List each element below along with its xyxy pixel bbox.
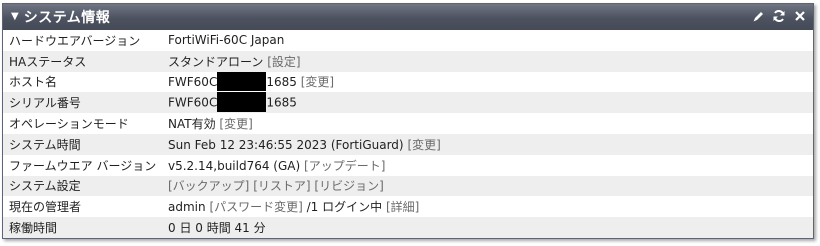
row-label: ホスト名	[3, 71, 161, 93]
widget-title: システム情報	[23, 10, 111, 26]
collapse-arrow-icon[interactable]: ▼	[11, 12, 19, 22]
row-value: Sun Feb 12 23:46:55 2023 (FortiGuard) [変…	[161, 133, 813, 155]
restore-link[interactable]: [リストア]	[253, 179, 310, 193]
row-label: システム設定	[3, 175, 161, 197]
redaction-block	[217, 92, 267, 112]
admin-name-value: admin	[168, 200, 206, 215]
row-system-time: システム時間 Sun Feb 12 23:46:55 2023 (FortiGu…	[3, 133, 813, 155]
row-current-admin: 現在の管理者 admin [パスワード変更] /1 ログイン中 [詳細]	[3, 196, 813, 218]
row-label: ハードウエアバージョン	[3, 30, 161, 51]
login-count-text: /1 ログイン中	[306, 200, 383, 215]
row-label: 現在の管理者	[3, 196, 161, 218]
system-time-value: Sun Feb 12 23:46:55 2023 (FortiGuard)	[168, 137, 404, 152]
firmware-update-link[interactable]: [アップデート]	[304, 159, 385, 173]
close-icon[interactable]	[793, 8, 807, 24]
row-value: 0 日 0 時間 41 分	[161, 217, 813, 238]
hostname-change-link[interactable]: [変更]	[301, 75, 334, 89]
row-label: 稼働時間	[3, 217, 161, 238]
uptime-value: 0 日 0 時間 41 分	[168, 221, 266, 236]
row-hostname: ホスト名 FWF60C 1685 [変更]	[3, 71, 813, 93]
row-value: [バックアップ] [リストア] [リビジョン]	[161, 175, 813, 197]
row-value: FortiWiFi-60C Japan	[161, 30, 813, 51]
serial-suffix: 1685	[266, 95, 297, 110]
row-label: オペレーションモード	[3, 113, 161, 134]
serial-prefix: FWF60C	[168, 95, 218, 110]
redaction-block	[217, 71, 267, 92]
row-label: ファームウエア バージョン	[3, 154, 161, 176]
row-label: シリアル番号	[3, 92, 161, 114]
hostname-prefix: FWF60C	[168, 74, 218, 89]
row-ha-status: HAステータス スタンドアローン [設定]	[3, 50, 813, 72]
operation-mode-change-link[interactable]: [変更]	[219, 117, 252, 131]
operation-mode-value: NAT有効	[168, 117, 216, 132]
row-serial-number: シリアル番号 FWF60C 1685	[3, 92, 813, 114]
firmware-version-value: v5.2.14,build764 (GA)	[168, 158, 301, 173]
system-info-table: ハードウエアバージョン FortiWiFi-60C Japan HAステータス …	[3, 30, 813, 238]
edit-pencil-icon[interactable]	[751, 8, 765, 24]
row-operation-mode: オペレーションモード NAT有効 [変更]	[3, 113, 813, 134]
row-hardware-version: ハードウエアバージョン FortiWiFi-60C Japan	[3, 30, 813, 51]
row-value: スタンドアローン [設定]	[161, 50, 813, 72]
row-uptime: 稼働時間 0 日 0 時間 41 分	[3, 217, 813, 238]
backup-link[interactable]: [バックアップ]	[168, 179, 249, 193]
admin-details-link[interactable]: [詳細]	[386, 200, 419, 214]
row-value: NAT有効 [変更]	[161, 113, 813, 134]
hostname-suffix: 1685	[266, 74, 297, 89]
row-value: FWF60C 1685 [変更]	[161, 71, 813, 93]
revision-link[interactable]: [リビジョン]	[314, 179, 383, 193]
row-value: v5.2.14,build764 (GA) [アップデート]	[161, 154, 813, 176]
system-info-widget: ▼ システム情報 ハードウエアバージョン FortiWiFi-60C Japan…	[2, 3, 814, 239]
hardware-version-value: FortiWiFi-60C Japan	[168, 33, 285, 48]
system-time-change-link[interactable]: [変更]	[407, 138, 440, 152]
row-firmware-version: ファームウエア バージョン v5.2.14,build764 (GA) [アップ…	[3, 154, 813, 176]
ha-status-value: スタンドアローン	[168, 54, 264, 69]
row-label: HAステータス	[3, 50, 161, 72]
refresh-icon[interactable]	[772, 8, 786, 24]
ha-settings-link[interactable]: [設定]	[267, 55, 300, 69]
widget-tools	[751, 8, 807, 24]
widget-titlebar: ▼ システム情報	[3, 4, 813, 30]
row-label: システム時間	[3, 133, 161, 155]
change-password-link[interactable]: [パスワード変更]	[209, 200, 302, 214]
row-value: FWF60C 1685	[161, 92, 813, 114]
row-value: admin [パスワード変更] /1 ログイン中 [詳細]	[161, 196, 813, 218]
row-system-config: システム設定 [バックアップ] [リストア] [リビジョン]	[3, 175, 813, 197]
